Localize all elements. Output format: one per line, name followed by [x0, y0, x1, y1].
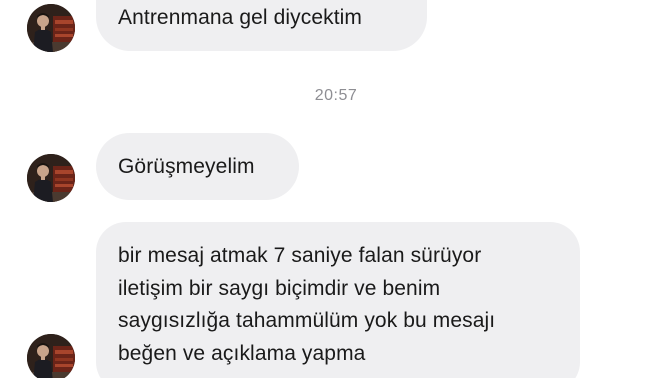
message-text: Antrenmana gel diycektim: [118, 6, 363, 29]
message-bubble[interactable]: bir mesaj atmak 7 saniye falan sürüyor i…: [96, 222, 580, 378]
message-text-line: beğen ve açıklama yapma: [118, 341, 366, 365]
message-text-line: bir mesaj atmak 7 saniye falan sürüyor: [118, 244, 482, 267]
message-bubble[interactable]: Görüşmeyelim: [96, 133, 299, 200]
message-bubble[interactable]: Antrenmana gel diycektim: [96, 0, 427, 51]
message-text-line: iletişim bir saygı biçimdir ve benim: [118, 276, 441, 300]
contact-avatar[interactable]: [27, 154, 75, 202]
message-text-line: saygısızlığa tahammülüm yok bu mesajı: [118, 309, 496, 332]
contact-avatar[interactable]: [27, 334, 75, 378]
message-text: Görüşmeyelim: [118, 155, 255, 178]
contact-avatar[interactable]: [27, 4, 75, 52]
message-timestamp: 20:57: [314, 87, 358, 104]
chat-thread[interactable]: Antrenmana gel diycektim 20:57 Görüşmeye…: [0, 0, 672, 378]
